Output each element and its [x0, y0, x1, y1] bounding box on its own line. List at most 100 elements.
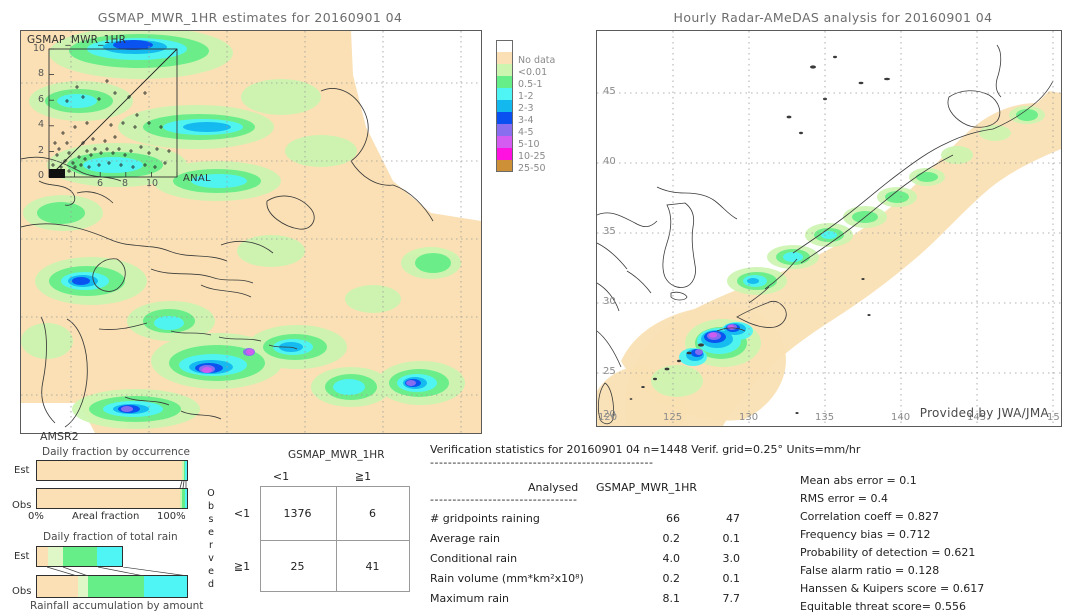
lon-label-130: 130 [739, 412, 759, 423]
total-rain-est-bar [36, 546, 123, 567]
colorbar-swatch-3-4 [496, 112, 513, 124]
score-hanssen-kuipers: Hanssen & Kuipers score = 0.617 [800, 582, 985, 595]
colorbar-label-1-2: 1-2 [518, 91, 534, 102]
verification-row-analysed-3: 0.2 [662, 572, 681, 585]
observed-letter-d: d [207, 579, 215, 590]
occurrence-est-seg-nodata [37, 461, 182, 480]
verification-row-label-2: Conditional rain [430, 552, 518, 565]
lat-label-40: 40 [603, 156, 616, 167]
occurrence-connector-lines [179, 481, 187, 488]
contingency-grid[interactable] [260, 486, 410, 592]
radar-amedas-map[interactable]: 45 40 35 30 25 20 120 125 130 135 140 14… [596, 30, 1062, 427]
lon-label-120: 120 [598, 412, 618, 423]
score-probability-of-detection: Probability of detection = 0.621 [800, 546, 976, 559]
score-correlation-coeff: Correlation coeff = 0.827 [800, 510, 939, 523]
total-rain-connector-lines [46, 567, 188, 576]
total-rain-caption: Rainfall accumulation by amount [30, 600, 204, 612]
lat-label-25: 25 [603, 366, 616, 377]
total-rain-est-seg-1-2 [97, 547, 122, 566]
inset-xtick-10: 10 [146, 178, 159, 189]
verification-row-label-1: Average rain [430, 532, 500, 545]
colorbar-swatch-10-25 [496, 148, 513, 160]
contingency-cell-false-alarm: 6 [369, 507, 376, 520]
occurrence-est-seg-1-2 [185, 461, 187, 480]
contingency-vertical-divider [336, 487, 337, 591]
lat-label-45: 45 [603, 86, 616, 97]
total-rain-obs-seg-1-2 [143, 576, 187, 597]
total-rain-est-seg-lt001 [48, 547, 64, 566]
colorbar-swatch-5-10 [496, 136, 513, 148]
total-rain-obs-seg-nodata [37, 576, 78, 597]
score-frequency-bias: Frequency bias = 0.712 [800, 528, 931, 541]
total-rain-obs-bar [36, 575, 188, 598]
verification-row-estimate-4: 7.7 [722, 592, 741, 605]
observed-letter-s: s [208, 514, 214, 525]
observed-letter-v: v [208, 553, 214, 564]
verification-row-analysed-1: 0.2 [662, 532, 681, 545]
occurrence-obs-label: Obs [12, 500, 32, 511]
verification-row-analysed-4: 8.1 [662, 592, 681, 605]
verification-col-estimate: GSMAP_MWR_1HR [596, 481, 698, 494]
colorbar-swatch-4-5 [496, 124, 513, 136]
occurrence-axis-right: 100% [157, 511, 186, 522]
colorbar-label-4-5: 4-5 [518, 127, 534, 138]
verification-row-label-0: # gridpoints raining [430, 512, 540, 525]
lon-label-140: 140 [891, 412, 911, 423]
lat-label-35: 35 [603, 226, 616, 237]
inset-ytick-4: 4 [38, 119, 45, 130]
lon-label-135: 135 [815, 412, 835, 423]
colorbar-label-2-3: 2-3 [518, 103, 534, 114]
total-rain-est-label: Est [14, 551, 30, 562]
verification-header: Verification statistics for 20160901 04 … [430, 443, 861, 456]
right-panel-title: Hourly Radar-AMeDAS analysis for 2016090… [673, 10, 993, 25]
observed-letter-e2: e [208, 566, 214, 577]
radar-amedas-canvas [597, 31, 1061, 426]
occurrence-obs-bar [36, 488, 188, 509]
total-rain-obs-seg-05-1 [88, 576, 144, 597]
contingency-col-header-ge1: ≧1 [354, 470, 372, 483]
verification-row-estimate-0: 47 [726, 512, 740, 525]
inset-ytick-6: 6 [38, 94, 45, 105]
total-rain-obs-seg-lt001 [77, 576, 88, 597]
colorbar-swatch-0 [496, 40, 513, 52]
colorbar-swatch-lt001 [496, 64, 513, 76]
colorbar-label-5-10: 5-10 [518, 139, 540, 150]
colorbar-label-nodata: No data [518, 55, 556, 66]
verification-row-analysed-2: 4.0 [662, 552, 681, 565]
colorbar-label-3-4: 3-4 [518, 115, 534, 126]
contingency-col-header-lt1: <1 [272, 470, 290, 483]
total-rain-est-seg-nodata [37, 547, 49, 566]
gsmap-estimate-map[interactable]: 10 8 6 4 2 0 6 8 10 ANAL GSMAP_MWR_1HR [20, 30, 482, 434]
inset-ytick-2: 2 [38, 145, 45, 156]
colorbar-label-25-50: 25-50 [518, 163, 546, 174]
colorbar-label-10-25: 10-25 [518, 151, 546, 162]
contingency-cell-hit: 41 [365, 560, 380, 573]
observed-letter-b: b [207, 501, 215, 512]
occurrence-est-label: Est [14, 465, 30, 476]
occurrence-obs-seg-nodata [37, 489, 180, 508]
colorbar-swatch-05-1 [496, 76, 513, 88]
amsr2-sensor-label: AMSR2 [40, 430, 79, 443]
colorbar-swatch-nodata [496, 52, 513, 64]
score-false-alarm-ratio: False alarm ratio = 0.128 [800, 564, 940, 577]
observed-letter-e: e [208, 527, 214, 538]
occurrence-obs-seg-1-2 [184, 489, 187, 508]
lon-label-125: 125 [663, 412, 683, 423]
lat-label-30: 30 [603, 296, 616, 307]
score-equitable-threat: Equitable threat score= 0.556 [800, 600, 966, 613]
colorbar-label-lt001: <0.01 [518, 67, 548, 78]
total-rain-chart-title: Daily fraction of total rain [43, 531, 178, 543]
verification-row-label-3: Rain volume (mm*km²x10⁸) [430, 572, 584, 585]
colorbar-label-05-1: 0.5-1 [518, 79, 543, 90]
inset-x-axis-label: ANAL [183, 173, 211, 184]
total-rain-est-seg-05-1 [63, 547, 98, 566]
data-credit: Provided by JWA/JMA [919, 406, 1049, 420]
inset-xtick-6: 6 [97, 178, 104, 189]
colorbar-swatch-25-50 [496, 160, 513, 172]
observed-letter-o: O [207, 488, 215, 499]
verification-rule-cols: --------------------------------- [430, 493, 578, 506]
gsmap-map-canvas [21, 31, 481, 433]
inset-xtick-8: 8 [122, 178, 129, 189]
verification-row-analysed-0: 66 [666, 512, 680, 525]
colorbar-swatches [496, 40, 513, 172]
